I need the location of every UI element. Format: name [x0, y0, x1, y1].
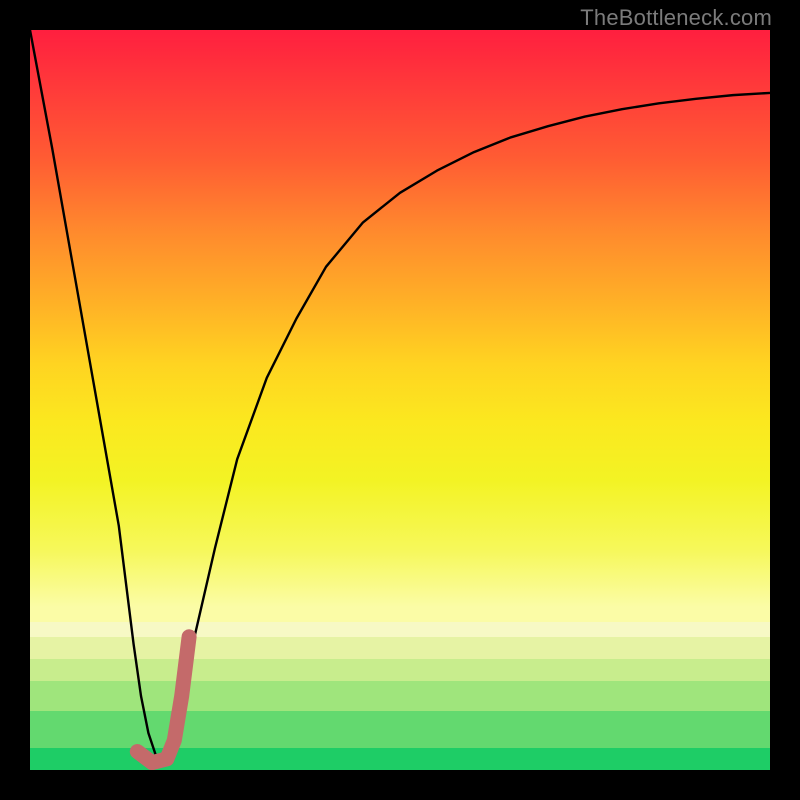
curve-layer: [30, 30, 770, 770]
plot-area: [30, 30, 770, 770]
highlight-j: [137, 637, 189, 763]
watermark-text: TheBottleneck.com: [580, 5, 772, 31]
chart-frame: TheBottleneck.com: [0, 0, 800, 800]
bottleneck-curve: [30, 30, 770, 763]
